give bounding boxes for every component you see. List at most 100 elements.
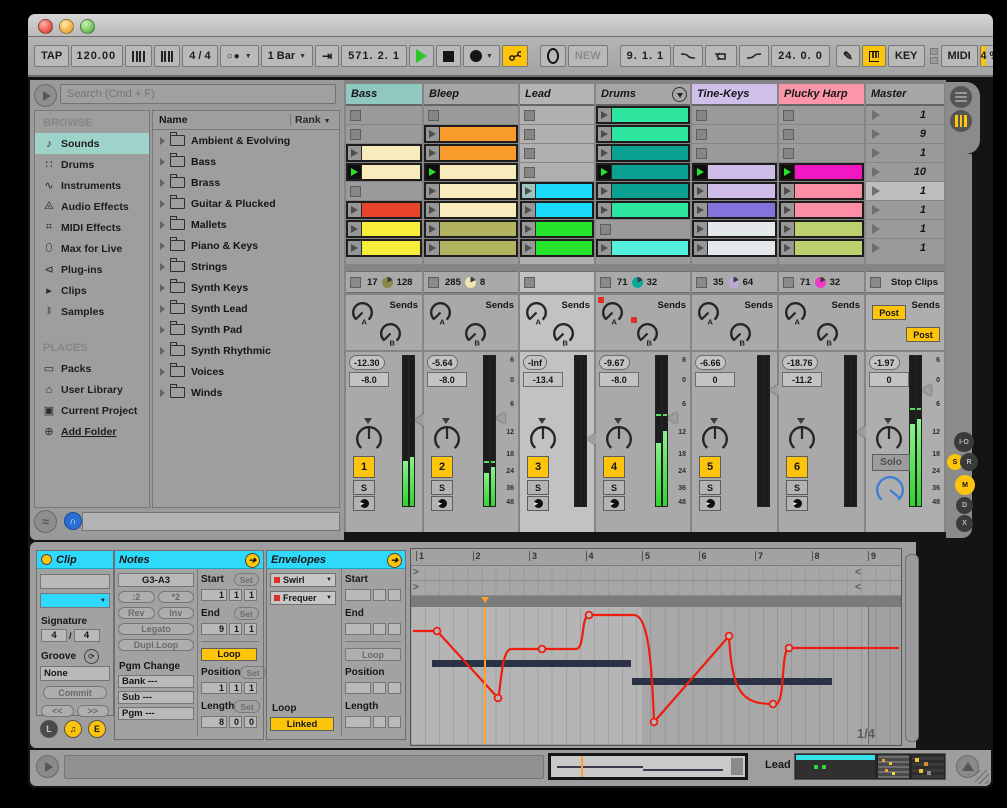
clip[interactable]: [362, 146, 420, 160]
env-length-value[interactable]: [345, 716, 371, 728]
cue-volume-knob[interactable]: [874, 474, 906, 511]
punch-out-button[interactable]: [739, 45, 769, 67]
clip-activator-icon[interactable]: [41, 554, 52, 565]
clip-launch-button[interactable]: [781, 165, 795, 179]
sidebar-item-sounds[interactable]: ♪Sounds: [35, 133, 149, 154]
track-header[interactable]: Drums: [596, 84, 690, 106]
stop-all-icon[interactable]: [350, 277, 361, 288]
arm-button[interactable]: [603, 496, 625, 511]
stop-clips-label[interactable]: Stop Clips: [891, 277, 938, 288]
sidebar-item-samples[interactable]: ⧚Samples: [35, 301, 149, 322]
arrangement-view-button[interactable]: [950, 86, 972, 108]
breakpoint[interactable]: [539, 646, 546, 653]
loop-brace-row[interactable]: ˃ ˂: [411, 566, 901, 581]
clip-slot[interactable]: [346, 239, 422, 257]
volume-fader-handle[interactable]: [496, 412, 505, 424]
stop-button[interactable]: [436, 45, 461, 67]
scene-launch-icon[interactable]: [872, 167, 880, 177]
clip-launch-button[interactable]: [426, 146, 440, 160]
nudge-down-button[interactable]: [125, 45, 152, 67]
clip-launch-button[interactable]: [694, 165, 708, 179]
clip-slot[interactable]: [424, 239, 518, 257]
clip[interactable]: [708, 203, 775, 217]
solo-button[interactable]: S: [353, 480, 375, 495]
column-rank[interactable]: Rank ▼: [290, 114, 339, 126]
clip-color-chooser[interactable]: ▼: [40, 593, 110, 608]
scene-launch-icon[interactable]: [872, 243, 880, 253]
disclosure-triangle-icon[interactable]: [160, 389, 165, 397]
clip-launch-button[interactable]: [426, 127, 440, 141]
clip-launch-button[interactable]: [694, 222, 708, 236]
clip-slot[interactable]: [424, 220, 518, 238]
clip-launch-button[interactable]: [598, 165, 612, 179]
clip-launch-button[interactable]: [348, 241, 362, 255]
editor-scrollbar[interactable]: [905, 554, 919, 742]
clip[interactable]: [708, 184, 775, 198]
env-end-value[interactable]: [345, 623, 371, 635]
stop-all-icon[interactable]: [428, 277, 439, 288]
tap-tempo-button[interactable]: TAP: [34, 45, 69, 67]
pan-knob[interactable]: [787, 424, 817, 459]
pan-knob[interactable]: [432, 424, 462, 459]
clip-slot[interactable]: [779, 182, 864, 200]
clip-slot-empty[interactable]: [692, 144, 777, 162]
session-view-button[interactable]: [950, 110, 972, 132]
send-b-knob[interactable]: B: [815, 321, 840, 351]
tempo-field[interactable]: 120.00: [71, 45, 123, 67]
arm-button[interactable]: [431, 496, 453, 511]
loop-start-marker[interactable]: ˃: [413, 582, 419, 593]
clip-slot-empty[interactable]: [779, 144, 864, 162]
env-length-value[interactable]: [373, 716, 386, 728]
bank-field[interactable]: Bank ---: [118, 675, 194, 688]
loop-length-field[interactable]: 24. 0. 0: [771, 45, 830, 67]
clip-launch-button[interactable]: [522, 222, 536, 236]
env-position-value[interactable]: [345, 682, 371, 694]
breakpoint[interactable]: [770, 701, 777, 708]
stop-all-icon[interactable]: [524, 277, 535, 288]
folder-row[interactable]: Winds: [153, 382, 339, 403]
draw-mode-button[interactable]: ✎: [836, 45, 860, 67]
position-value[interactable]: 1: [229, 682, 242, 694]
clip[interactable]: [612, 108, 688, 122]
browser-collapse-button[interactable]: [34, 84, 57, 107]
loop-end-marker[interactable]: ˂: [855, 567, 861, 578]
clip-slot[interactable]: [346, 201, 422, 219]
clip-slot[interactable]: [520, 220, 594, 238]
volume-fader-handle[interactable]: [770, 384, 779, 396]
arm-button[interactable]: [699, 496, 721, 511]
position-value[interactable]: 1: [244, 682, 257, 694]
folder-row[interactable]: Synth Pad: [153, 319, 339, 340]
clip[interactable]: [612, 127, 688, 141]
disclosure-triangle-icon[interactable]: [160, 326, 165, 334]
preview-headphone-icon[interactable]: ∩: [64, 512, 82, 530]
column-name[interactable]: Name: [153, 114, 290, 126]
send-a-knob[interactable]: A: [696, 300, 721, 330]
zoom-button[interactable]: [80, 19, 95, 34]
nudge-up-button[interactable]: [154, 45, 181, 67]
length-value[interactable]: 8: [201, 716, 227, 728]
arrangement-position-field[interactable]: 571. 2. 1: [341, 45, 407, 67]
folder-row[interactable]: Ambient & Evolving: [153, 130, 339, 151]
double-time-button[interactable]: *2: [158, 591, 195, 603]
clip-slot[interactable]: [520, 201, 594, 219]
launch-badge[interactable]: L: [40, 720, 58, 738]
beat-time-ruler[interactable]: 123456789: [411, 549, 901, 566]
clip-launch-button[interactable]: [598, 146, 612, 160]
routing-chevron-icon[interactable]: [672, 87, 687, 102]
envelope-brace-row[interactable]: ˃ ˂: [411, 581, 901, 596]
track-activator-button[interactable]: 3: [527, 456, 549, 478]
breakpoint[interactable]: [786, 645, 793, 652]
loop-start-field[interactable]: 9. 1. 1: [620, 45, 672, 67]
midi-map-button[interactable]: MIDI: [941, 45, 978, 67]
disclosure-triangle-icon[interactable]: [160, 158, 165, 166]
clip-slot[interactable]: [596, 125, 690, 143]
stop-all-icon[interactable]: [600, 277, 611, 288]
clip[interactable]: [708, 222, 775, 236]
status-play-button[interactable]: [36, 755, 59, 778]
clip-launch-button[interactable]: [598, 184, 612, 198]
clip-slot[interactable]: [346, 220, 422, 238]
volume-fader-handle[interactable]: [922, 384, 931, 396]
env-start-value[interactable]: [373, 589, 386, 601]
clip-slot-empty[interactable]: [520, 144, 594, 162]
clip-launch-button[interactable]: [426, 241, 440, 255]
